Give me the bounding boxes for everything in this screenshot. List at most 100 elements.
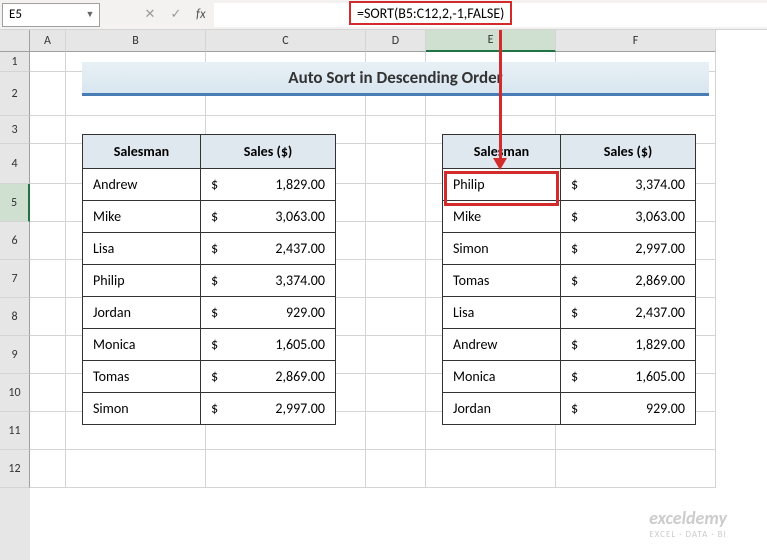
row-header-2[interactable]: 2 — [0, 72, 30, 116]
cell-e12[interactable] — [426, 450, 556, 488]
column-header-b[interactable]: B — [66, 30, 206, 52]
header-sales-left[interactable]: Sales ($) — [201, 135, 336, 169]
cell-sales[interactable]: $ 1,829.00 — [561, 329, 696, 361]
cell-salesman[interactable]: Philip — [443, 169, 561, 201]
cell-salesman[interactable]: Philip — [83, 265, 201, 297]
cell-f12[interactable] — [556, 450, 716, 488]
cell-d5[interactable] — [366, 184, 426, 222]
row-header-6[interactable]: 6 — [0, 222, 30, 260]
cancel-formula-icon[interactable]: ✕ — [140, 5, 160, 25]
row-header-7[interactable]: 7 — [0, 260, 30, 298]
row-header-4[interactable]: 4 — [0, 144, 30, 184]
cell-sales[interactable]: $ 929.00 — [201, 297, 336, 329]
cell-d8[interactable] — [366, 298, 426, 336]
row-header-1[interactable]: 1 — [0, 52, 30, 72]
cell-salesman[interactable]: Jordan — [83, 297, 201, 329]
cell-sales[interactable]: $ 2,437.00 — [561, 297, 696, 329]
table-row[interactable]: Jordan $ 929.00 — [83, 297, 336, 329]
cell-sales[interactable]: $ 2,997.00 — [201, 393, 336, 425]
cell-salesman[interactable]: Lisa — [443, 297, 561, 329]
table-row[interactable]: Tomas $ 2,869.00 — [83, 361, 336, 393]
cell-salesman[interactable]: Monica — [443, 361, 561, 393]
table-row[interactable]: Mike $ 3,063.00 — [443, 201, 696, 233]
accept-formula-icon[interactable]: ✓ — [166, 5, 186, 25]
cell-a8[interactable] — [30, 298, 66, 336]
cell-b12[interactable] — [66, 450, 206, 488]
cell-sales[interactable]: $ 2,869.00 — [561, 265, 696, 297]
cell-sales[interactable]: $ 3,063.00 — [561, 201, 696, 233]
table-row[interactable]: Lisa $ 2,437.00 — [443, 297, 696, 329]
cell-salesman[interactable]: Andrew — [83, 169, 201, 201]
cell-sales[interactable]: $ 1,605.00 — [561, 361, 696, 393]
cell-salesman[interactable]: Monica — [83, 329, 201, 361]
row-header-9[interactable]: 9 — [0, 336, 30, 374]
cell-sales[interactable]: $ 929.00 — [561, 393, 696, 425]
cell-a2[interactable] — [30, 72, 66, 116]
column-header-e[interactable]: E — [426, 30, 556, 52]
cell-sales[interactable]: $ 3,374.00 — [561, 169, 696, 201]
cell-salesman[interactable]: Mike — [443, 201, 561, 233]
cell-sales[interactable]: $ 3,374.00 — [201, 265, 336, 297]
table-row[interactable]: Monica $ 1,605.00 — [83, 329, 336, 361]
cell-d10[interactable] — [366, 374, 426, 412]
table-row[interactable]: Mike $ 3,063.00 — [83, 201, 336, 233]
cell-salesman[interactable]: Tomas — [443, 265, 561, 297]
column-header-f[interactable]: F — [556, 30, 716, 52]
table-row[interactable]: Simon $ 2,997.00 — [83, 393, 336, 425]
cell-salesman[interactable]: Mike — [83, 201, 201, 233]
table-row[interactable]: Andrew $ 1,829.00 — [443, 329, 696, 361]
name-box[interactable]: E5 ▼ — [2, 3, 100, 27]
table-row[interactable]: Monica $ 1,605.00 — [443, 361, 696, 393]
cell-d9[interactable] — [366, 336, 426, 374]
cell-a1[interactable] — [30, 52, 66, 72]
cell-salesman[interactable]: Lisa — [83, 233, 201, 265]
cell-salesman[interactable]: Jordan — [443, 393, 561, 425]
cell-d6[interactable] — [366, 222, 426, 260]
table-row[interactable]: Philip $ 3,374.00 — [83, 265, 336, 297]
table-row[interactable]: Jordan $ 929.00 — [443, 393, 696, 425]
table-row[interactable]: Lisa $ 2,437.00 — [83, 233, 336, 265]
header-sales-right[interactable]: Sales ($) — [561, 135, 696, 169]
select-all-corner[interactable] — [0, 30, 30, 52]
cell-a11[interactable] — [30, 412, 66, 450]
fx-icon[interactable]: fx — [196, 7, 206, 22]
cell-d3[interactable] — [366, 116, 426, 144]
cell-d4[interactable] — [366, 144, 426, 184]
cell-a10[interactable] — [30, 374, 66, 412]
column-header-a[interactable]: A — [30, 30, 66, 52]
cell-sales[interactable]: $ 2,997.00 — [561, 233, 696, 265]
table-row[interactable]: Philip $ 3,374.00 — [443, 169, 696, 201]
table-row[interactable]: Andrew $ 1,829.00 — [83, 169, 336, 201]
cell-a12[interactable] — [30, 450, 66, 488]
cell-a5[interactable] — [30, 184, 66, 222]
cell-a9[interactable] — [30, 336, 66, 374]
cell-salesman[interactable]: Tomas — [83, 361, 201, 393]
cell-a4[interactable] — [30, 144, 66, 184]
cell-c12[interactable] — [206, 450, 366, 488]
row-header-10[interactable]: 10 — [0, 374, 30, 412]
row-header-3[interactable]: 3 — [0, 116, 30, 144]
cell-a7[interactable] — [30, 260, 66, 298]
cell-d7[interactable] — [366, 260, 426, 298]
column-header-d[interactable]: D — [366, 30, 426, 52]
cell-sales[interactable]: $ 1,605.00 — [201, 329, 336, 361]
cell-a3[interactable] — [30, 116, 66, 144]
row-header-8[interactable]: 8 — [0, 298, 30, 336]
name-box-dropdown-icon[interactable]: ▼ — [83, 6, 97, 24]
table-row[interactable]: Simon $ 2,997.00 — [443, 233, 696, 265]
header-salesman-left[interactable]: Salesman — [83, 135, 201, 169]
column-header-c[interactable]: C — [206, 30, 366, 52]
cell-d11[interactable] — [366, 412, 426, 450]
row-header-11[interactable]: 11 — [0, 412, 30, 450]
table-row[interactable]: Tomas $ 2,869.00 — [443, 265, 696, 297]
cell-sales[interactable]: $ 2,437.00 — [201, 233, 336, 265]
cell-salesman[interactable]: Andrew — [443, 329, 561, 361]
cell-sales[interactable]: $ 2,869.00 — [201, 361, 336, 393]
cell-d12[interactable] — [366, 450, 426, 488]
cell-sales[interactable]: $ 1,829.00 — [201, 169, 336, 201]
cell-salesman[interactable]: Simon — [83, 393, 201, 425]
cell-sales[interactable]: $ 3,063.00 — [201, 201, 336, 233]
cell-salesman[interactable]: Simon — [443, 233, 561, 265]
cell-a6[interactable] — [30, 222, 66, 260]
row-header-12[interactable]: 12 — [0, 450, 30, 488]
